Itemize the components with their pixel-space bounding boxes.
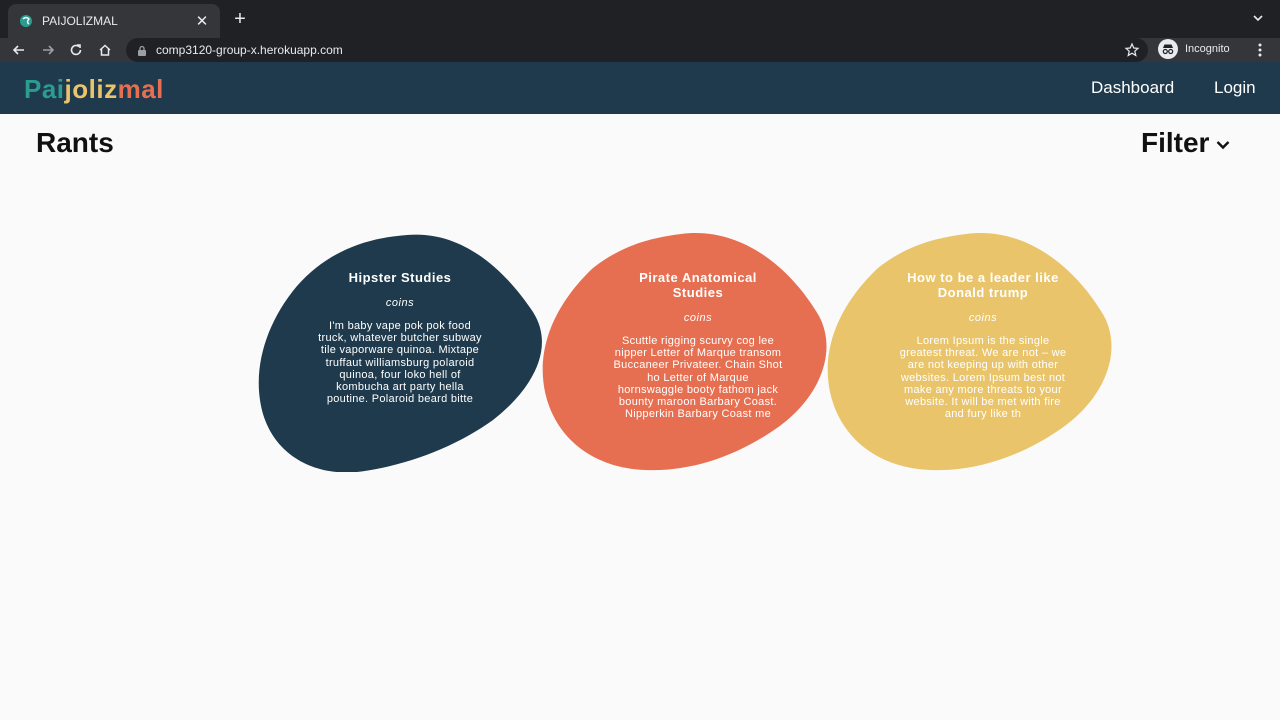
site-favicon-icon — [18, 13, 34, 29]
browser-tab[interactable]: PAIJOLIZMAL ✕ — [8, 4, 220, 38]
card-content: Hipster Studies coins I'm baby vape pok … — [315, 270, 485, 430]
card-title: Pirate Anatomical Studies — [639, 270, 757, 300]
app-header: Paijolizmal Dashboard Login — [0, 62, 1280, 114]
tab-title: PAIJOLIZMAL — [42, 14, 118, 28]
lock-icon[interactable] — [136, 44, 148, 56]
browser-toolbar: comp3120-group-x.herokuapp.com Incognito — [0, 38, 1280, 62]
card-body: Lorem Ipsum is the single greatest threa… — [899, 335, 1067, 421]
card-title: How to be a leader like Donald trump — [907, 270, 1059, 300]
tab-search-chevron-icon[interactable] — [1250, 10, 1266, 26]
forward-arrow-icon[interactable] — [38, 40, 58, 60]
card-coins: coins — [385, 297, 415, 309]
nav-login-link[interactable]: Login — [1214, 78, 1256, 98]
card-coins: coins — [968, 312, 998, 324]
card-body: I'm baby vape pok pok food truck, whatev… — [318, 320, 482, 406]
logo-part-2: joliz — [64, 74, 118, 104]
rant-card[interactable]: Hipster Studies coins I'm baby vape pok … — [257, 232, 545, 472]
incognito-label: Incognito — [1185, 43, 1230, 55]
logo-part-3: mal — [117, 74, 164, 104]
incognito-indicator[interactable]: Incognito — [1158, 39, 1230, 59]
card-title: Hipster Studies — [348, 270, 452, 285]
incognito-icon — [1158, 39, 1178, 59]
home-icon[interactable] — [95, 40, 115, 60]
reload-icon[interactable] — [66, 40, 86, 60]
card-body: Scuttle rigging scurvy cog lee nipper Le… — [613, 335, 783, 421]
filter-dropdown[interactable]: Filter — [1141, 127, 1231, 159]
new-tab-icon[interactable]: + — [230, 9, 250, 29]
page-title: Rants — [36, 127, 114, 158]
address-bar[interactable]: comp3120-group-x.herokuapp.com — [126, 38, 1148, 62]
card-coins: coins — [683, 312, 713, 324]
bookmark-star-icon[interactable] — [1124, 42, 1140, 58]
nav-dashboard-link[interactable]: Dashboard — [1091, 78, 1174, 98]
browser-menu-icon[interactable] — [1254, 42, 1266, 58]
browser-tab-strip: PAIJOLIZMAL ✕ + — [0, 0, 1280, 38]
close-tab-icon[interactable]: ✕ — [194, 12, 210, 30]
app-logo[interactable]: Paijolizmal — [24, 74, 164, 105]
rant-card[interactable]: Pirate Anatomical Studies coins Scuttle … — [541, 232, 829, 472]
filter-label: Filter — [1141, 127, 1210, 158]
rant-card[interactable]: How to be a leader like Donald trump coi… — [826, 232, 1114, 472]
card-content: How to be a leader like Donald trump coi… — [898, 270, 1068, 445]
card-content: Pirate Anatomical Studies coins Scuttle … — [613, 270, 783, 445]
url-text: comp3120-group-x.herokuapp.com — [156, 43, 343, 57]
back-arrow-icon[interactable] — [9, 40, 29, 60]
logo-part-1: Pai — [24, 74, 65, 104]
chevron-down-icon — [1215, 137, 1231, 153]
